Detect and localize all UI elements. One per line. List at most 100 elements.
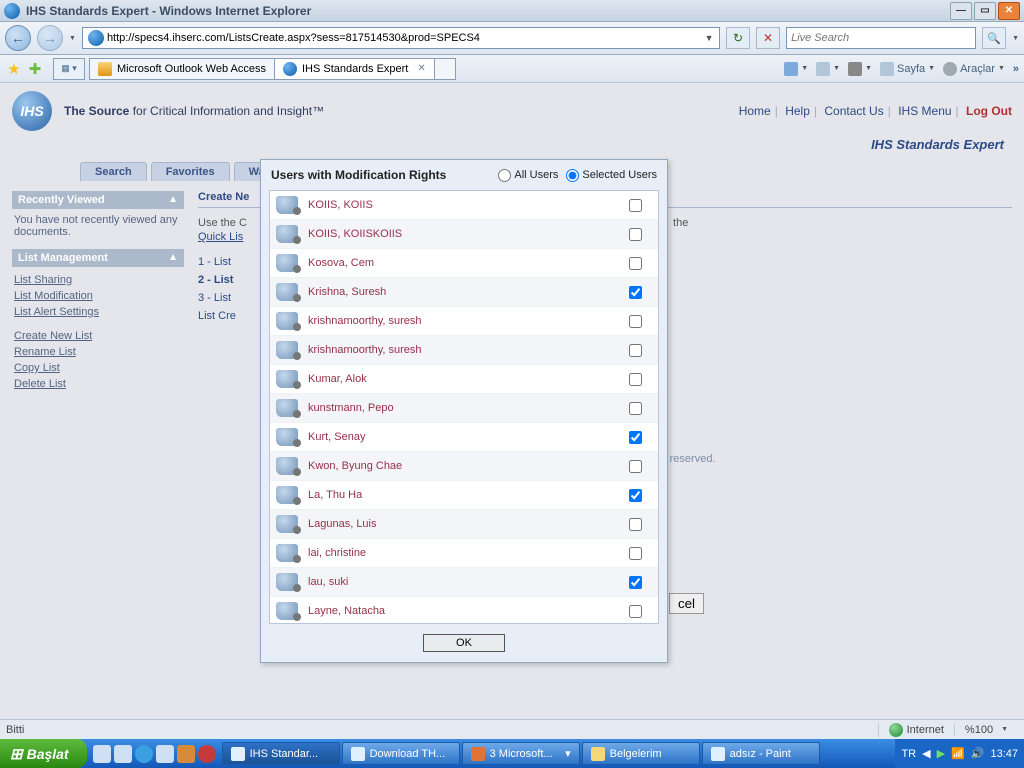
user-row[interactable]: Krishna, Suresh [270,278,658,307]
user-row[interactable]: krishnamoorthy, suresh [270,307,658,336]
user-row[interactable]: KOIIS, KOIISKOIIS [270,220,658,249]
panel-recent-header[interactable]: Recently Viewed▲ [12,191,184,209]
link-create[interactable]: Create New List [14,328,182,344]
ql-app1-icon[interactable] [177,745,195,763]
user-row[interactable]: Kwon, Byung Chae [270,452,658,481]
ql-ie-icon[interactable] [93,745,111,763]
task-microsoft[interactable]: 3 Microsoft...▾ [462,742,580,765]
user-row[interactable]: La, Thu Ha [270,481,658,510]
tray-icon[interactable]: ▶ [937,747,945,760]
user-row[interactable]: Layne, Natacha [270,597,658,624]
radio-selected-users[interactable]: Selected Users [566,169,657,182]
user-row[interactable]: Kosova, Cem [270,249,658,278]
refresh-button[interactable]: ↻ [726,27,750,49]
user-row[interactable]: lai, christine [270,539,658,568]
user-row[interactable]: Kurt, Senay [270,423,658,452]
url-input[interactable] [107,32,701,44]
link-ihsmenu[interactable]: IHS Menu [898,104,951,118]
user-checkbox[interactable] [629,199,642,212]
link-modification[interactable]: List Modification [14,288,182,304]
address-bar[interactable]: ▼ [82,27,720,49]
user-checkbox[interactable] [629,605,642,618]
stop-button[interactable]: ✕ [756,27,780,49]
ok-button[interactable]: OK [423,634,505,652]
quick-tabs-button[interactable]: ▦ ▾ [53,58,85,80]
lang-indicator[interactable]: TR [901,748,916,760]
user-row[interactable]: krishnamoorthy, suresh [270,336,658,365]
link-rename[interactable]: Rename List [14,344,182,360]
link-contact[interactable]: Contact Us [824,104,883,118]
tools-menu[interactable]: Araçlar▼ [943,62,1005,76]
user-checkbox[interactable] [629,344,642,357]
tab-ihs[interactable]: IHS Standards Expert ✕ [274,58,435,80]
user-row[interactable]: kunstmann, Pepo [270,394,658,423]
radio-all-users[interactable]: All Users [498,169,558,182]
link-copy[interactable]: Copy List [14,360,182,376]
task-download[interactable]: Download TH... [342,742,460,765]
close-tab-icon[interactable]: ✕ [417,63,425,74]
user-checkbox[interactable] [629,547,642,560]
user-row[interactable]: lau, suki [270,568,658,597]
user-checkbox[interactable] [629,286,642,299]
link-delete[interactable]: Delete List [14,376,182,392]
tray-collapse-icon[interactable]: ◀ [922,747,930,760]
ql-msn-icon[interactable] [156,745,174,763]
feeds-button[interactable]: ▼ [816,62,840,76]
user-row[interactable]: KOIIS, KOIIS [270,191,658,220]
url-dropdown[interactable]: ▼ [701,33,717,43]
link-home[interactable]: Home [739,104,771,118]
minimize-button[interactable]: — [950,2,972,20]
user-checkbox[interactable] [629,489,642,502]
home-button[interactable]: ▼ [784,62,808,76]
search-provider-dropdown[interactable]: ▼ [1012,35,1019,42]
user-row[interactable]: Kumar, Alok [270,365,658,394]
tab-favorites[interactable]: Favorites [151,162,230,181]
modal-user-list[interactable]: KOIIS, KOIISKOIIS, KOIISKOIISKosova, Cem… [269,190,659,624]
panel-listmgmt-header[interactable]: List Management▲ [12,249,184,267]
back-button[interactable]: ← [5,25,31,51]
security-zone[interactable]: Internet [878,723,954,737]
user-checkbox[interactable] [629,576,642,589]
search-box[interactable] [786,27,976,49]
clock[interactable]: 13:47 [990,748,1018,760]
maximize-button[interactable]: ▭ [974,2,996,20]
zoom-level[interactable]: %100▼ [954,724,1018,736]
print-button[interactable]: ▼ [848,62,872,76]
favorites-star-icon[interactable]: ★ [5,60,23,78]
quicklist-link[interactable]: Quick Lis [198,231,243,243]
ql-bs-icon[interactable] [135,745,153,763]
system-tray[interactable]: TR ◀ ▶ 📶 🔊 13:47 [895,739,1024,768]
close-button[interactable]: ✕ [998,2,1020,20]
ql-app2-icon[interactable] [198,745,216,763]
link-logout[interactable]: Log Out [966,104,1012,118]
task-belgelerim[interactable]: Belgelerim [582,742,700,765]
new-tab-button[interactable] [434,58,456,80]
cancel-button[interactable]: cel [669,593,704,614]
chevron-overflow[interactable]: » [1013,63,1019,75]
user-checkbox[interactable] [629,257,642,270]
link-sharing[interactable]: List Sharing [14,272,182,288]
user-checkbox[interactable] [629,402,642,415]
search-button[interactable]: 🔍 [982,27,1006,49]
add-favorite-icon[interactable]: ✚ [26,60,44,78]
link-alert[interactable]: List Alert Settings [14,304,182,320]
tab-outlook[interactable]: Microsoft Outlook Web Access [89,58,275,80]
start-button[interactable]: ⊞Başlat [0,739,87,768]
nav-history-dropdown[interactable]: ▼ [69,35,76,42]
link-help[interactable]: Help [785,104,810,118]
user-checkbox[interactable] [629,460,642,473]
user-checkbox[interactable] [629,228,642,241]
tray-vol-icon[interactable]: 🔊 [971,747,985,760]
page-menu[interactable]: Sayfa▼ [880,62,935,76]
user-checkbox[interactable] [629,518,642,531]
forward-button[interactable]: → [37,25,63,51]
user-checkbox[interactable] [629,373,642,386]
user-checkbox[interactable] [629,315,642,328]
tray-net-icon[interactable]: 📶 [951,747,965,760]
user-row[interactable]: Lagunas, Luis [270,510,658,539]
search-input[interactable] [787,32,975,44]
task-ihs[interactable]: IHS Standar... [222,742,340,765]
ql-desktop-icon[interactable] [114,745,132,763]
user-checkbox[interactable] [629,431,642,444]
tab-search[interactable]: Search [80,162,147,181]
